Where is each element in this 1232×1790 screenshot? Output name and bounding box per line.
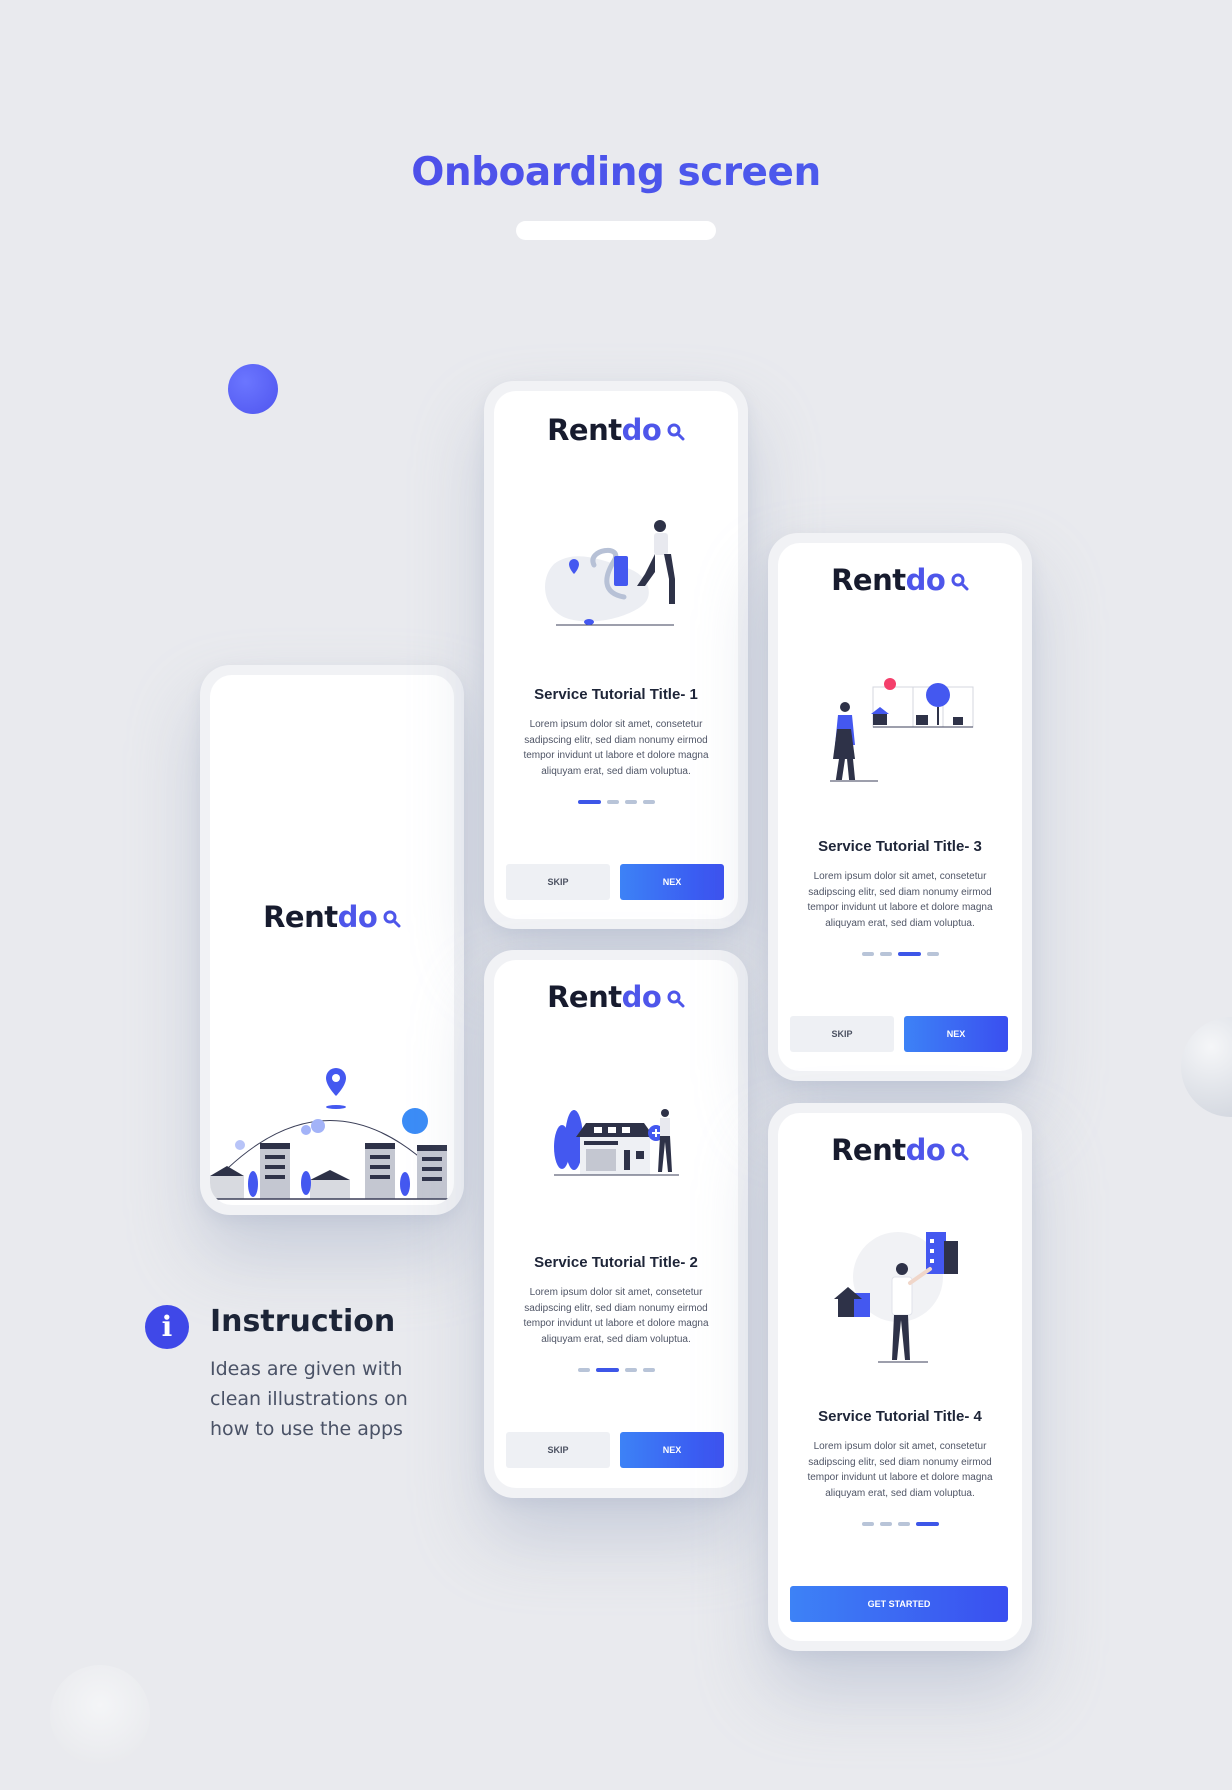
splash-screen: Rentdo (210, 675, 454, 1205)
get-started-button[interactable]: GET STARTED (790, 1586, 1008, 1622)
onboarding-screen-3: Rentdo Service Tutorial Title- 3 Lorem i… (778, 543, 1022, 1071)
logo-accent-text: do (337, 900, 378, 934)
city-illustration (210, 1068, 454, 1200)
logo-text: Rent (263, 900, 338, 934)
slide-description: Lorem ipsum dolor sit amet, consetetur s… (807, 871, 993, 929)
logo: Rentdo (494, 413, 738, 447)
page-dot-4[interactable] (642, 1368, 655, 1372)
logo: Rentdo (210, 900, 454, 934)
logo-accent-text: do (905, 1133, 946, 1167)
next-button[interactable]: NEX (620, 864, 724, 900)
logo-text: Rent (547, 980, 622, 1014)
splash-phone: Rentdo (200, 665, 464, 1215)
slide-title: Service Tutorial Title- 1 (534, 686, 698, 703)
map-browsing-illustration (830, 678, 974, 782)
magnifier-house-icon (951, 573, 969, 591)
slide-description: Lorem ipsum dolor sit amet, consetetur s… (523, 1287, 709, 1345)
page-dot-4[interactable] (926, 952, 939, 956)
page-dot-2[interactable] (879, 952, 892, 956)
page-dot-1[interactable] (861, 1522, 874, 1526)
onboarding-phone-3: Rentdo Service Tutorial Title- 3 Lorem i… (768, 533, 1032, 1081)
skip-button[interactable]: SKIP (506, 864, 610, 900)
pagination-dots (494, 1368, 738, 1374)
page-dot-2[interactable] (595, 1368, 619, 1372)
logo-text: Rent (547, 413, 622, 447)
slide-title: Service Tutorial Title- 2 (534, 1254, 698, 1271)
pagination-dots (494, 800, 738, 806)
logo: Rentdo (778, 1133, 1022, 1167)
decorative-circle-light (50, 1665, 150, 1765)
logo-accent-text: do (621, 980, 662, 1014)
page-title: Onboarding screen (0, 150, 1232, 195)
walking-person-illustration (545, 520, 675, 626)
info-icon: i (145, 1305, 189, 1349)
next-button[interactable]: NEX (620, 1432, 724, 1468)
next-button[interactable]: NEX (904, 1016, 1008, 1052)
logo: Rentdo (778, 563, 1022, 597)
page-dot-1[interactable] (861, 952, 874, 956)
page-dot-4[interactable] (642, 800, 655, 804)
page-dot-3[interactable] (624, 1368, 637, 1372)
pagination-dots (778, 952, 1022, 958)
slide-title: Service Tutorial Title- 4 (818, 1408, 982, 1425)
page-dot-1[interactable] (577, 800, 601, 804)
magnifier-house-icon (667, 990, 685, 1008)
pagination-dots (778, 1522, 1022, 1528)
page-dot-3[interactable] (897, 1522, 910, 1526)
logo-text: Rent (831, 1133, 906, 1167)
instruction-title: Instruction (210, 1304, 396, 1339)
title-underline (516, 221, 716, 240)
logo-text: Rent (831, 563, 906, 597)
skip-button[interactable]: SKIP (506, 1432, 610, 1468)
magnifier-house-icon (951, 1143, 969, 1161)
page-dot-3[interactable] (624, 800, 637, 804)
logo-accent-text: do (621, 413, 662, 447)
skip-button[interactable]: SKIP (790, 1016, 894, 1052)
onboarding-screen-1: Rentdo Service Tutorial Title- 1 Lorem i… (494, 391, 738, 919)
slide-title: Service Tutorial Title- 3 (818, 838, 982, 855)
page-dot-4[interactable] (915, 1522, 939, 1526)
onboarding-screen-2: Rentdo Service Tutorial Title- 2 Lorem i… (494, 960, 738, 1488)
page-dot-1[interactable] (577, 1368, 590, 1372)
decorative-circle-grey (1181, 1017, 1232, 1117)
decorative-circle-blue (228, 364, 278, 414)
page-dot-3[interactable] (897, 952, 921, 956)
slide-description: Lorem ipsum dolor sit amet, consetetur s… (807, 1441, 993, 1499)
onboarding-phone-1: Rentdo Service Tutorial Title- 1 Lorem i… (484, 381, 748, 929)
house-illustration (554, 1109, 679, 1176)
onboarding-screen-4: Rentdo Service Tutorial Title- 4 Lorem i… (778, 1113, 1022, 1641)
logo: Rentdo (494, 980, 738, 1014)
magnifier-house-icon (667, 423, 685, 441)
slide-description: Lorem ipsum dolor sit amet, consetetur s… (523, 719, 709, 777)
page-dot-2[interactable] (606, 800, 619, 804)
onboarding-phone-4: Rentdo Service Tutorial Title- 4 Lorem i… (768, 1103, 1032, 1651)
holding-building-illustration (834, 1232, 958, 1363)
onboarding-phone-2: Rentdo Service Tutorial Title- 2 Lorem i… (484, 950, 748, 1498)
instruction-text: Ideas are given with clean illustrations… (210, 1358, 408, 1440)
page-dot-2[interactable] (879, 1522, 892, 1526)
magnifier-house-icon (383, 910, 401, 928)
logo-accent-text: do (905, 563, 946, 597)
